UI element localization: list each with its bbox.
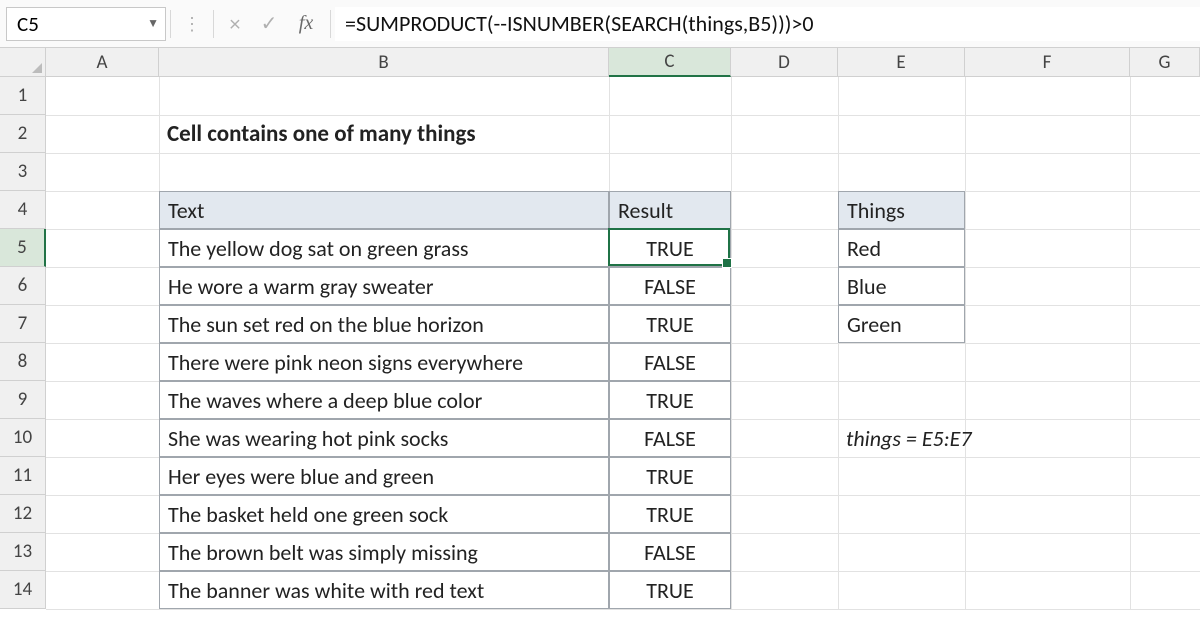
table-header-text: Text: [159, 191, 609, 229]
row-header-6[interactable]: 6: [0, 267, 46, 305]
table-row-result[interactable]: FALSE: [609, 419, 731, 457]
worksheet: ABCDEFG 1234567891011121314 Cell contain…: [0, 48, 1200, 609]
table-row-result[interactable]: TRUE: [609, 229, 731, 267]
row-header-4[interactable]: 4: [0, 191, 46, 229]
row-header-1[interactable]: 1: [0, 77, 46, 115]
table-row-text[interactable]: There were pink neon signs everywhere: [159, 343, 609, 381]
row-header-11[interactable]: 11: [0, 457, 46, 495]
vdots-icon: ⋮: [175, 13, 209, 35]
col-header-B[interactable]: B: [159, 48, 609, 77]
table-header-result: Result: [609, 191, 731, 229]
row-headers: 1234567891011121314: [0, 77, 46, 609]
table-row-result[interactable]: TRUE: [609, 571, 731, 609]
formula-text: =SUMPRODUCT(--ISNUMBER(SEARCH(things,B5)…: [345, 10, 814, 37]
table-row-text[interactable]: He wore a warm gray sweater: [159, 267, 609, 305]
row-header-10[interactable]: 10: [0, 419, 46, 457]
row-header-13[interactable]: 13: [0, 533, 46, 571]
check-icon[interactable]: ✓: [252, 11, 286, 36]
table-row-text[interactable]: She was wearing hot pink socks: [159, 419, 609, 457]
table-row-result[interactable]: TRUE: [609, 495, 731, 533]
things-item[interactable]: Red: [838, 229, 965, 267]
row-header-12[interactable]: 12: [0, 495, 46, 533]
row-header-2[interactable]: 2: [0, 115, 46, 153]
divider: [330, 10, 331, 38]
cancel-icon[interactable]: ×: [218, 10, 252, 37]
row-header-8[interactable]: 8: [0, 343, 46, 381]
name-box-dropdown-icon[interactable]: ▼: [147, 16, 159, 31]
row-header-14[interactable]: 14: [0, 571, 46, 609]
table-row-text[interactable]: The yellow dog sat on green grass: [159, 229, 609, 267]
col-header-G[interactable]: G: [1130, 48, 1200, 77]
table-row-result[interactable]: FALSE: [609, 533, 731, 571]
table-row-result[interactable]: TRUE: [609, 457, 731, 495]
name-box[interactable]: C5 ▼: [6, 7, 166, 41]
table-row-result[interactable]: TRUE: [609, 305, 731, 343]
col-header-D[interactable]: D: [731, 48, 838, 77]
table-row-text[interactable]: Her eyes were blue and green: [159, 457, 609, 495]
formula-bar: C5 ▼ ⋮ × ✓ fx =SUMPRODUCT(--ISNUMBER(SEA…: [0, 0, 1200, 48]
table-row-text[interactable]: The brown belt was simply missing: [159, 533, 609, 571]
column-headers: ABCDEFG: [0, 48, 1200, 77]
things-header: Things: [838, 191, 965, 229]
formula-input[interactable]: =SUMPRODUCT(--ISNUMBER(SEARCH(things,B5)…: [335, 7, 1200, 41]
table-row-text[interactable]: The sun set red on the blue horizon: [159, 305, 609, 343]
divider: [170, 10, 171, 38]
things-item[interactable]: Blue: [838, 267, 965, 305]
page-title: Cell contains one of many things: [159, 115, 731, 153]
things-item[interactable]: Green: [838, 305, 965, 343]
col-header-C[interactable]: C: [609, 48, 731, 77]
col-header-E[interactable]: E: [838, 48, 965, 77]
table-row-result[interactable]: FALSE: [609, 267, 731, 305]
table-row-text[interactable]: The waves where a deep blue color: [159, 381, 609, 419]
col-header-F[interactable]: F: [965, 48, 1130, 77]
table-row-result[interactable]: TRUE: [609, 381, 731, 419]
table-row-result[interactable]: FALSE: [609, 343, 731, 381]
row-header-9[interactable]: 9: [0, 381, 46, 419]
table-row-text[interactable]: The banner was white with red text: [159, 571, 609, 609]
divider: [213, 10, 214, 38]
note-label: things = E5:E7: [838, 419, 1130, 457]
col-header-A[interactable]: A: [46, 48, 159, 77]
fx-icon[interactable]: fx: [286, 12, 326, 35]
select-all-corner[interactable]: [0, 48, 46, 77]
row-header-5[interactable]: 5: [0, 229, 46, 267]
cell-grid[interactable]: Cell contains one of many things TextResu…: [46, 77, 1200, 609]
row-header-7[interactable]: 7: [0, 305, 46, 343]
row-header-3[interactable]: 3: [0, 153, 46, 191]
name-box-value: C5: [17, 11, 39, 37]
table-row-text[interactable]: The basket held one green sock: [159, 495, 609, 533]
